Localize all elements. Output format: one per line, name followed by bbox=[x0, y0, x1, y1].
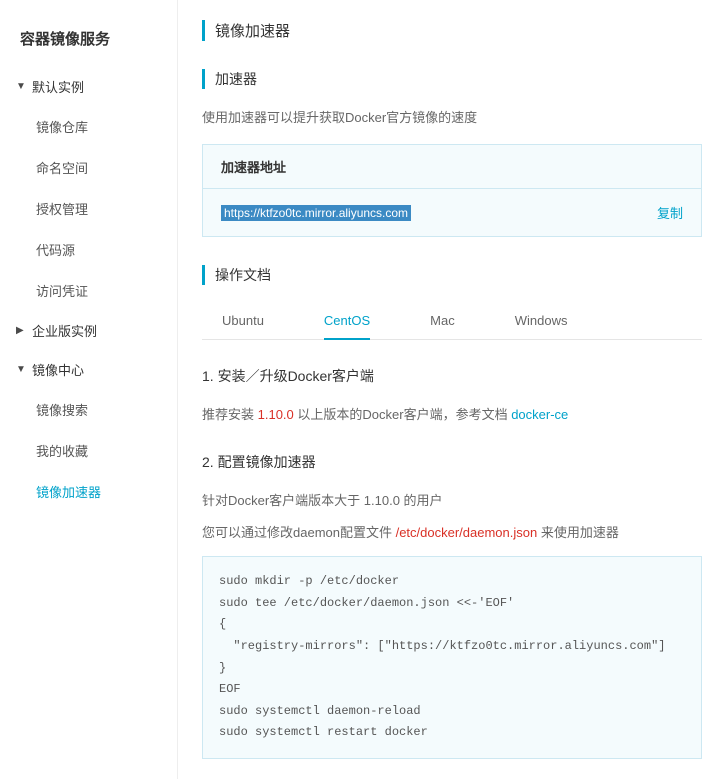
sidebar-title: 容器镜像服务 bbox=[0, 20, 177, 67]
step2-line1: 针对Docker客户端版本大于 1.10.0 的用户 bbox=[202, 490, 702, 512]
tab-windows[interactable]: Windows bbox=[515, 303, 568, 340]
section-accelerator-title: 加速器 bbox=[202, 69, 702, 89]
tab-ubuntu[interactable]: Ubuntu bbox=[222, 303, 264, 340]
sidebar-group-label: 默认实例 bbox=[32, 77, 84, 96]
sidebar-group-image-center[interactable]: ▼ 镜像中心 bbox=[0, 350, 177, 389]
page-title: 镜像加速器 bbox=[202, 20, 702, 41]
chevron-right-icon: ▶ bbox=[16, 325, 26, 336]
step1-desc: 推荐安装 1.10.0 以上版本的Docker客户端，参考文档 docker-c… bbox=[202, 404, 702, 426]
sidebar-item-image-repo[interactable]: 镜像仓库 bbox=[0, 106, 177, 147]
main-content: 镜像加速器 加速器 使用加速器可以提升获取Docker官方镜像的速度 加速器地址… bbox=[178, 0, 722, 779]
step1-title: 1. 安装／升级Docker客户端 bbox=[202, 366, 702, 386]
chevron-down-icon: ▼ bbox=[16, 364, 26, 375]
sidebar-group-label: 镜像中心 bbox=[32, 360, 84, 379]
step1-version: 1.10.0 bbox=[258, 407, 294, 422]
step2-line2: 您可以通过修改daemon配置文件 /etc/docker/daemon.jso… bbox=[202, 522, 702, 544]
copy-button[interactable]: 复制 bbox=[657, 203, 683, 222]
daemon-json-path: /etc/docker/daemon.json bbox=[396, 525, 538, 540]
section-docs-title: 操作文档 bbox=[202, 265, 702, 285]
step1-prefix: 推荐安装 bbox=[202, 407, 258, 422]
accelerator-url-box: 加速器地址 https://ktfzo0tc.mirror.aliyuncs.c… bbox=[202, 144, 702, 237]
step1-mid: 以上版本的Docker客户端，参考文档 bbox=[294, 407, 511, 422]
step2-line2-post: 来使用加速器 bbox=[537, 525, 619, 540]
tab-centos[interactable]: CentOS bbox=[324, 303, 370, 340]
accelerator-desc: 使用加速器可以提升获取Docker官方镜像的速度 bbox=[202, 107, 702, 126]
os-tabs: Ubuntu CentOS Mac Windows bbox=[202, 303, 702, 340]
sidebar-group-default[interactable]: ▼ 默认实例 bbox=[0, 67, 177, 106]
chevron-down-icon: ▼ bbox=[16, 81, 26, 92]
sidebar-group-enterprise[interactable]: ▶ 企业版实例 bbox=[0, 311, 177, 350]
sidebar-item-accelerator[interactable]: 镜像加速器 bbox=[0, 471, 177, 512]
tab-mac[interactable]: Mac bbox=[430, 303, 455, 340]
sidebar-item-auth[interactable]: 授权管理 bbox=[0, 188, 177, 229]
sidebar-item-namespace[interactable]: 命名空间 bbox=[0, 147, 177, 188]
sidebar-item-code-source[interactable]: 代码源 bbox=[0, 229, 177, 270]
sidebar-item-image-search[interactable]: 镜像搜索 bbox=[0, 389, 177, 430]
sidebar-group-label: 企业版实例 bbox=[32, 321, 97, 340]
sidebar: 容器镜像服务 ▼ 默认实例 镜像仓库 命名空间 授权管理 代码源 访问凭证 ▶ … bbox=[0, 0, 178, 779]
sidebar-item-credentials[interactable]: 访问凭证 bbox=[0, 270, 177, 311]
step2-line2-pre: 您可以通过修改daemon配置文件 bbox=[202, 525, 396, 540]
code-block: sudo mkdir -p /etc/docker sudo tee /etc/… bbox=[202, 556, 702, 759]
docker-ce-link[interactable]: docker-ce bbox=[511, 407, 568, 422]
accelerator-url-value: https://ktfzo0tc.mirror.aliyuncs.com bbox=[221, 205, 411, 221]
step2-title: 2. 配置镜像加速器 bbox=[202, 452, 702, 472]
sidebar-item-favorites[interactable]: 我的收藏 bbox=[0, 430, 177, 471]
accelerator-url-header: 加速器地址 bbox=[203, 145, 701, 189]
